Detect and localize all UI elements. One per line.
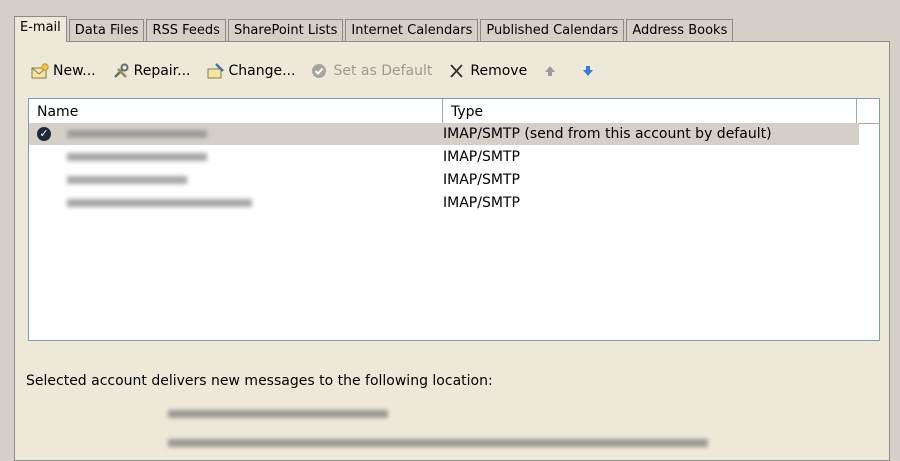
change-account-icon: [207, 63, 225, 79]
account-name-redacted: [67, 130, 207, 138]
tab-published-calendars[interactable]: Published Calendars: [480, 19, 625, 42]
checkmark-circle-icon: [311, 63, 329, 79]
account-row[interactable]: IMAP/SMTP: [29, 146, 859, 168]
new-button[interactable]: New...: [31, 63, 96, 79]
email-accounts-panel: New... Repair... Change... Set as Defaul…: [14, 41, 890, 461]
remove-x-icon: [448, 63, 466, 79]
account-type: IMAP/SMTP: [443, 172, 520, 188]
delivery-location-redacted: [168, 410, 388, 418]
new-account-icon: [31, 63, 49, 79]
default-account-check-icon: ✓: [37, 127, 51, 141]
move-down-button[interactable]: [581, 63, 603, 79]
tab-address-books[interactable]: Address Books: [626, 19, 734, 42]
account-row[interactable]: IMAP/SMTP: [29, 192, 859, 214]
account-type: IMAP/SMTP: [443, 195, 520, 211]
repair-button[interactable]: Repair...: [112, 63, 191, 79]
new-button-label: New...: [53, 63, 96, 79]
set-as-default-label: Set as Default: [333, 63, 433, 79]
tab-internet-calendars[interactable]: Internet Calendars: [345, 19, 479, 42]
account-name-redacted: [67, 153, 207, 161]
account-type: IMAP/SMTP (send from this account by def…: [443, 126, 772, 142]
tab-email[interactable]: E-mail: [14, 16, 67, 42]
account-name-redacted: [67, 199, 252, 207]
remove-button[interactable]: Remove: [448, 63, 527, 79]
column-header-name[interactable]: Name: [29, 99, 443, 123]
tab-strip: E-mail Data Files RSS Feeds SharePoint L…: [14, 16, 735, 42]
accounts-toolbar: New... Repair... Change... Set as Defaul…: [31, 60, 619, 82]
set-as-default-button[interactable]: Set as Default: [311, 63, 432, 79]
arrow-down-icon: [581, 63, 599, 79]
accounts-list[interactable]: Name Type ✓ IMAP/SMTP (send from this ac…: [28, 98, 880, 341]
accounts-list-header: Name Type: [29, 99, 879, 124]
arrow-up-icon: [543, 63, 561, 79]
account-name-redacted: [67, 176, 187, 184]
move-up-button[interactable]: [543, 63, 565, 79]
change-button[interactable]: Change...: [207, 63, 296, 79]
tab-data-files[interactable]: Data Files: [68, 19, 145, 42]
delivery-location-label: Selected account delivers new messages t…: [26, 373, 493, 389]
account-row[interactable]: IMAP/SMTP: [29, 169, 859, 191]
change-button-label: Change...: [228, 63, 296, 79]
delivery-path-redacted: [168, 439, 708, 447]
column-header-type[interactable]: Type: [443, 99, 857, 123]
repair-tools-icon: [112, 63, 130, 79]
account-row[interactable]: ✓ IMAP/SMTP (send from this account by d…: [29, 123, 859, 145]
repair-button-label: Repair...: [133, 63, 191, 79]
remove-button-label: Remove: [470, 63, 528, 79]
account-type: IMAP/SMTP: [443, 149, 520, 165]
tab-rss-feeds[interactable]: RSS Feeds: [146, 19, 226, 42]
tab-sharepoint-lists[interactable]: SharePoint Lists: [227, 19, 344, 42]
